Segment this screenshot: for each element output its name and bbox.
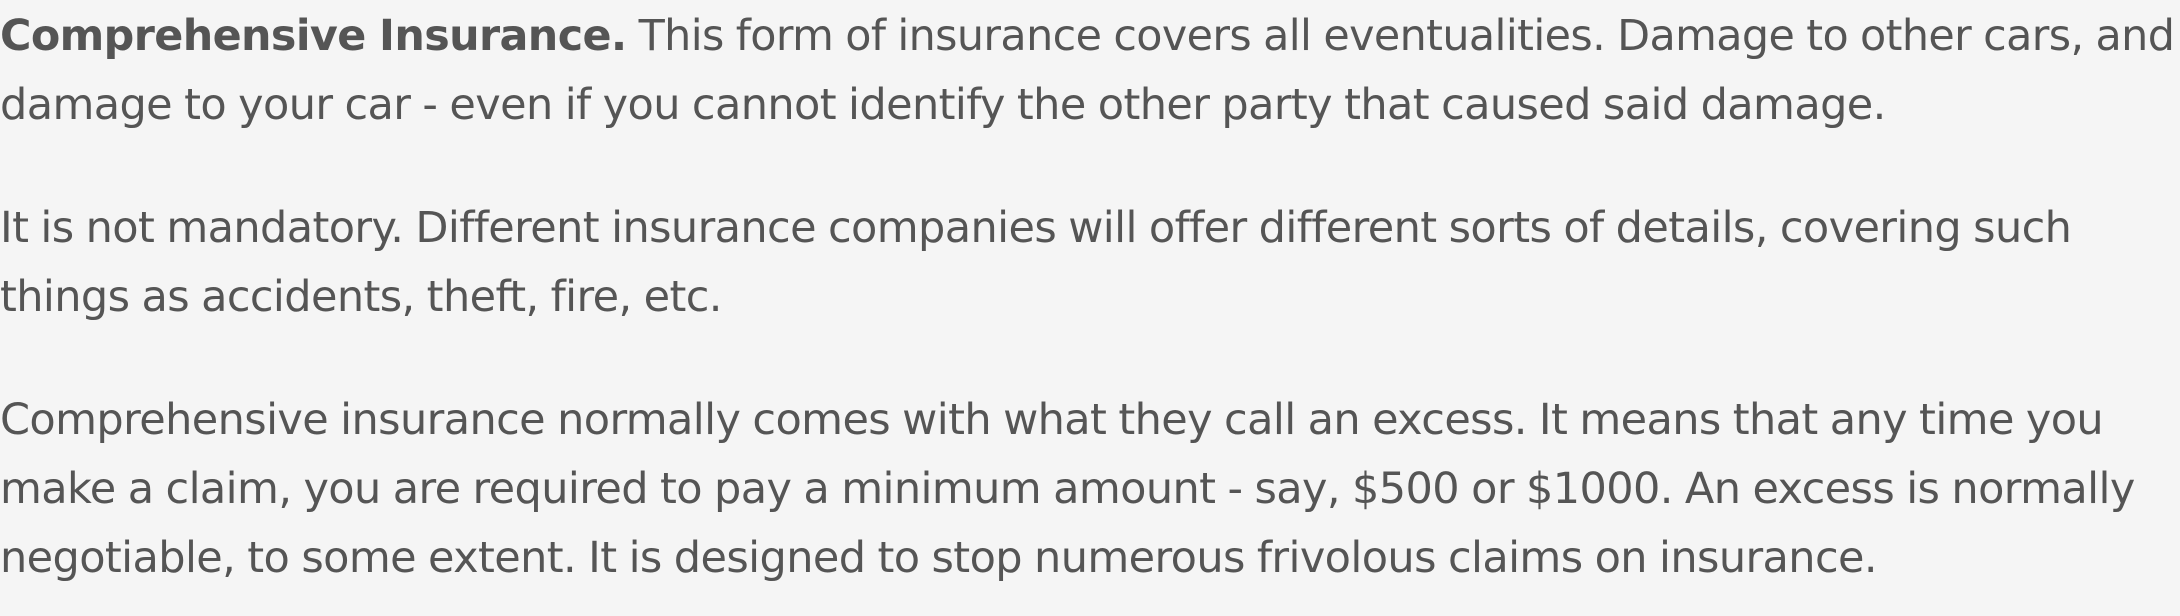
paragraph-line: negotiable, to some extent. It is design… bbox=[0, 533, 1878, 583]
paragraph-line: It is not mandatory. Different insurance… bbox=[0, 203, 2072, 253]
paragraph-line: Comprehensive Insurance. This form of in… bbox=[0, 2, 2175, 71]
term-heading: Comprehensive Insurance. bbox=[0, 11, 627, 61]
paragraph-comprehensive-insurance: Comprehensive Insurance. This form of in… bbox=[0, 2, 2175, 140]
paragraph-line: things as accidents, theft, fire, etc. bbox=[0, 272, 722, 322]
paragraph-excess: Comprehensive insurance normally comes w… bbox=[0, 386, 2135, 593]
paragraph-line: Comprehensive insurance normally comes w… bbox=[0, 395, 2104, 445]
paragraph-text: This form of insurance covers all eventu… bbox=[626, 11, 2175, 61]
paragraph-line: make a claim, you are required to pay a … bbox=[0, 464, 2135, 514]
paragraph-not-mandatory: It is not mandatory. Different insurance… bbox=[0, 194, 2072, 332]
paragraph-line: damage to your car - even if you cannot … bbox=[0, 80, 1886, 130]
